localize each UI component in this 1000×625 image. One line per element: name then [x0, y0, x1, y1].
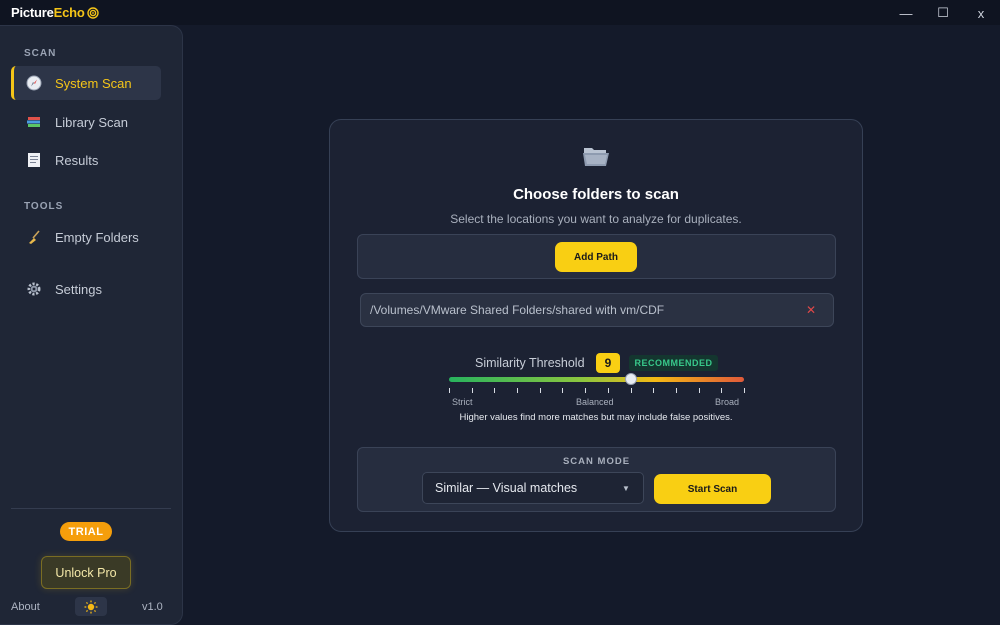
path-text: /Volumes/VMware Shared Folders/shared wi…	[370, 303, 665, 317]
sidebar: SCAN System Scan Library Scan Results TO…	[0, 25, 183, 625]
scale-balanced-label: Balanced	[576, 397, 614, 407]
remove-path-icon[interactable]: ✕	[803, 303, 819, 317]
chevron-down-icon: ▼	[622, 483, 630, 493]
close-button[interactable]: x	[969, 3, 993, 23]
slider-tick	[449, 388, 450, 393]
app-title-accent: Echo	[53, 5, 85, 20]
slider-tick	[540, 388, 541, 393]
add-path-area: Add Path	[357, 234, 836, 279]
about-link[interactable]: About	[11, 601, 40, 613]
slider-tick	[653, 388, 654, 393]
sidebar-item-empty-folders[interactable]: Empty Folders	[11, 220, 161, 254]
page-subtitle: Select the locations you want to analyze…	[450, 212, 742, 226]
theme-toggle-button[interactable]	[75, 597, 107, 616]
slider-tick	[472, 388, 473, 393]
minimize-button[interactable]: —	[894, 3, 918, 23]
app-title-main: Picture	[11, 5, 54, 20]
sidebar-divider	[11, 508, 171, 509]
slider-tick	[608, 388, 609, 393]
scan-mode-selected: Similar — Visual matches	[435, 481, 578, 495]
path-list-item: /Volumes/VMware Shared Folders/shared wi…	[360, 293, 834, 327]
slider-thumb[interactable]	[625, 373, 637, 385]
sidebar-item-results[interactable]: Results	[11, 143, 161, 177]
scan-mode-area: SCAN MODE Similar — Visual matches ▼ Sta…	[357, 447, 836, 512]
trial-badge: TRIAL	[60, 522, 112, 541]
threshold-value: 9	[596, 353, 620, 373]
scan-section-label: SCAN	[24, 48, 57, 59]
slider-ticks	[449, 388, 745, 396]
compass-icon	[25, 74, 43, 92]
sidebar-item-system-scan[interactable]: System Scan	[11, 66, 161, 100]
add-path-button[interactable]: Add Path	[555, 242, 637, 272]
slider-tick	[517, 388, 518, 393]
scale-broad-label: Broad	[715, 397, 740, 407]
slider-tick	[562, 388, 563, 393]
scan-mode-select[interactable]: Similar — Visual matches ▼	[422, 472, 644, 504]
sidebar-item-label: Empty Folders	[55, 229, 139, 245]
start-scan-button[interactable]: Start Scan	[654, 474, 771, 504]
title-bar: Picture Echo — ☐ x	[0, 0, 1000, 25]
sidebar-item-label: Results	[55, 152, 99, 168]
version-label: v1.0	[142, 601, 163, 613]
threshold-label: Similarity Threshold	[475, 356, 585, 370]
wifi-icon	[86, 6, 99, 19]
sidebar-item-label: Library Scan	[55, 114, 128, 130]
books-icon	[25, 113, 43, 131]
tools-section-label: TOOLS	[24, 201, 64, 212]
maximize-button[interactable]: ☐	[931, 3, 955, 23]
threshold-help-text: Higher values find more matches but may …	[459, 412, 733, 423]
gear-icon	[25, 280, 43, 298]
slider-tick	[699, 388, 700, 393]
slider-tick	[744, 388, 745, 393]
slider-tick	[721, 388, 722, 393]
sidebar-item-label: System Scan	[55, 75, 132, 91]
receipt-icon	[25, 151, 43, 169]
similarity-slider[interactable]	[449, 373, 744, 385]
app-logo: Picture Echo	[11, 5, 99, 20]
sidebar-item-library-scan[interactable]: Library Scan	[11, 105, 161, 139]
slider-tick	[631, 388, 632, 393]
threshold-header: Similarity Threshold 9 RECOMMENDED	[330, 353, 862, 373]
sidebar-item-label: Settings	[55, 281, 102, 297]
page-title: Choose folders to scan	[513, 186, 679, 203]
scan-mode-label: SCAN MODE	[562, 456, 631, 467]
unlock-pro-button[interactable]: Unlock Pro	[41, 556, 131, 589]
slider-tick	[585, 388, 586, 393]
sidebar-item-settings[interactable]: Settings	[11, 272, 161, 306]
recommended-badge: RECOMMENDED	[629, 355, 718, 371]
slider-tick	[676, 388, 677, 393]
scan-setup-panel: Choose folders to scan Select the locati…	[329, 119, 863, 532]
broom-icon	[25, 228, 43, 246]
sun-icon	[84, 600, 98, 613]
open-folder-icon	[582, 144, 610, 173]
slider-tick	[494, 388, 495, 393]
scale-strict-label: Strict	[452, 397, 473, 407]
